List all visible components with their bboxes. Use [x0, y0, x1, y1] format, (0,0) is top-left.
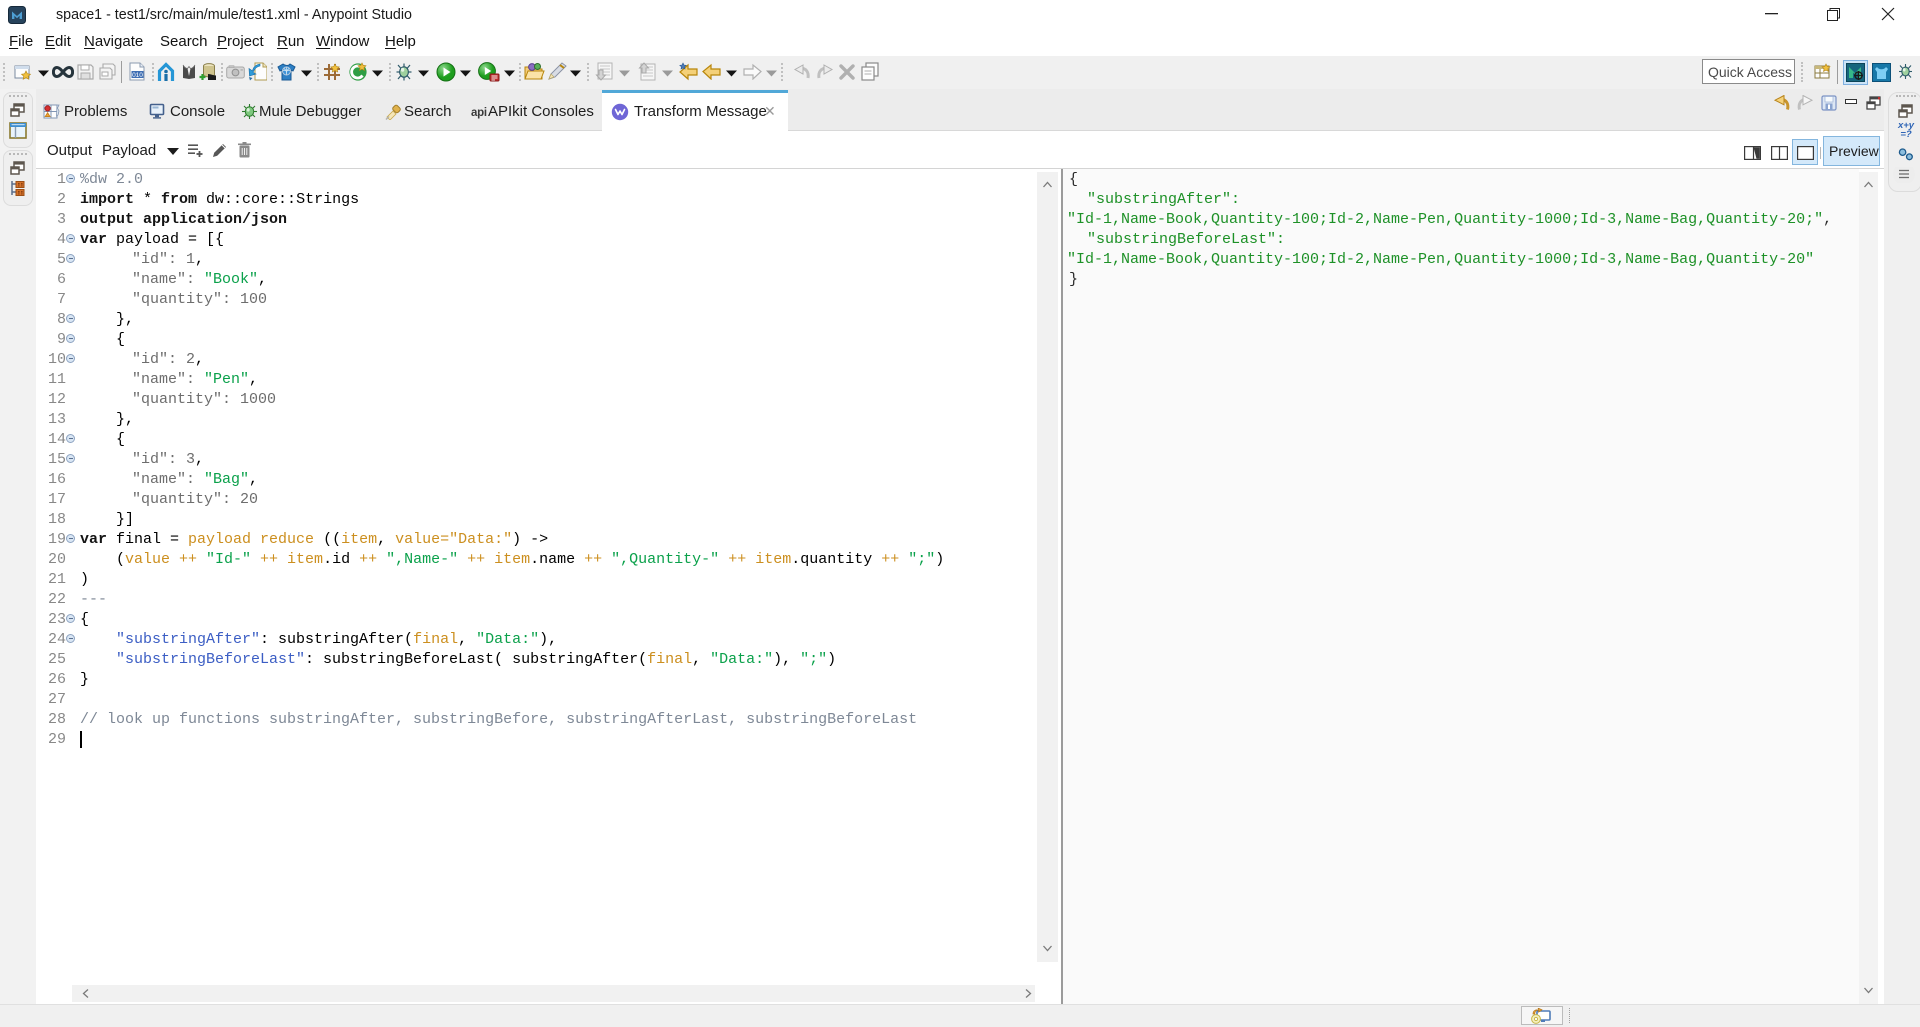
svg-text:010: 010: [132, 72, 143, 79]
